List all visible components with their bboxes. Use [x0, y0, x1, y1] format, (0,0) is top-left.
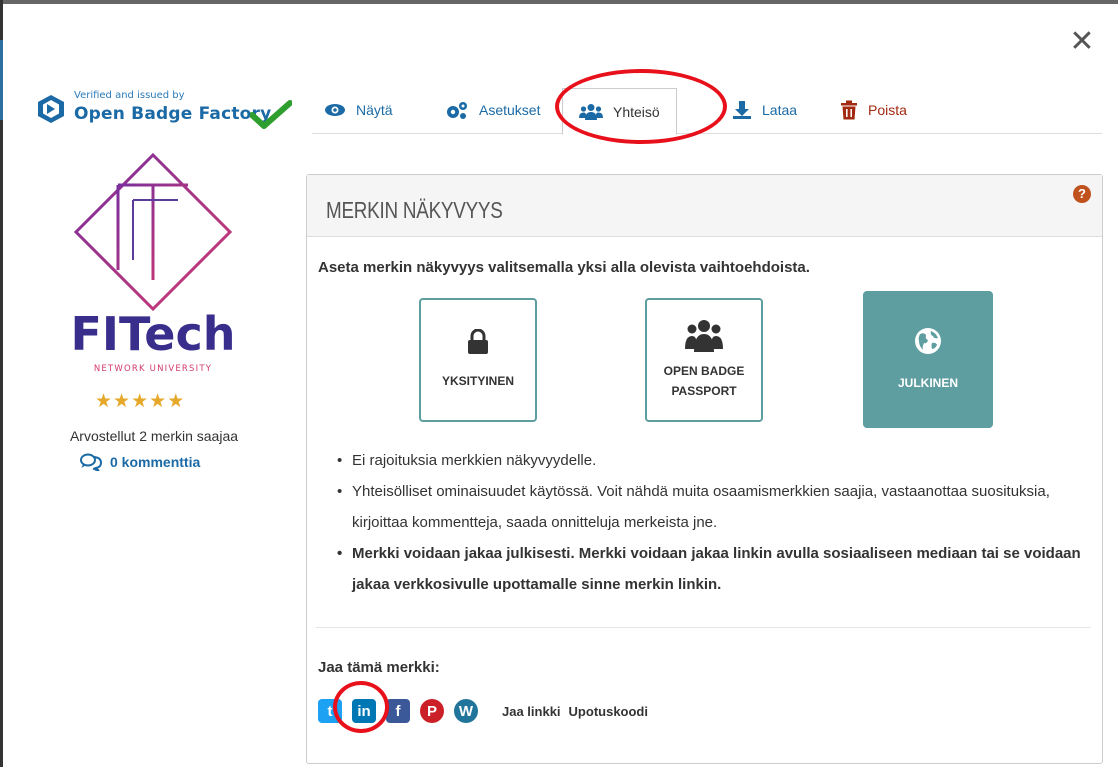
- tab-label: Yhteisö: [613, 103, 660, 120]
- badge-logo-text: FITech: [70, 307, 235, 361]
- linkedin-icon[interactable]: in: [352, 699, 376, 723]
- tab-lataa[interactable]: Lataa: [732, 92, 797, 128]
- star-icon: ★: [131, 390, 149, 412]
- fitech-badge-image: FITech NETWORK UNIVERSITY: [70, 152, 236, 374]
- visibility-option-public[interactable]: JULKINEN: [863, 291, 993, 428]
- list-item: Ei rajoituksia merkkien näkyvyydelle.: [337, 445, 1097, 476]
- users-icon: [685, 320, 723, 352]
- comments-link[interactable]: 0 kommenttia: [80, 453, 200, 471]
- badge-logo-subtext: NETWORK UNIVERSITY: [94, 364, 212, 374]
- comments-label: 0 kommenttia: [110, 454, 201, 470]
- open-badge-factory-logo-icon: [38, 95, 64, 123]
- share-link-button[interactable]: Jaa linkki: [502, 704, 561, 719]
- verified-check-icon: [250, 100, 292, 129]
- cogs-icon: [447, 102, 467, 119]
- tab-yhteiso[interactable]: Yhteisö: [562, 88, 677, 135]
- star-icon: ★: [95, 390, 113, 412]
- comments-icon: [80, 453, 102, 471]
- badge-tabs: Näytä Asetukset Yhteisö Lataa Poista: [312, 84, 1102, 135]
- close-icon[interactable]: ✕: [1068, 27, 1096, 57]
- share-buttons: t in f P W Jaa linkki Upotuskoodi: [318, 697, 648, 725]
- facebook-icon[interactable]: f: [386, 699, 410, 723]
- visibility-panel: MERKIN NÄKYVYYS ? Aseta merkin näkyvyys …: [306, 174, 1103, 764]
- trash-icon: [841, 100, 857, 120]
- tab-asetukset[interactable]: Asetukset: [445, 92, 540, 128]
- visibility-description-list: Ei rajoituksia merkkien näkyvyydelle. Yh…: [337, 445, 1097, 600]
- window-top-border: [0, 0, 1118, 4]
- panel-header: MERKIN NÄKYVYYS ?: [307, 175, 1102, 237]
- download-icon: [733, 101, 751, 119]
- visibility-option-private[interactable]: YKSITYINEN: [419, 298, 537, 422]
- tab-label: Poista: [868, 102, 907, 118]
- verified-label: Verified and issued by: [74, 90, 185, 101]
- pinterest-icon[interactable]: P: [420, 699, 444, 723]
- users-icon: [579, 103, 603, 120]
- rating-stars: ★ ★ ★ ★ ★: [95, 391, 184, 411]
- option-label: YKSITYINEN: [441, 374, 514, 388]
- tab-label: Lataa: [762, 102, 798, 118]
- reviewed-count: Arvostellut 2 merkin saajaa: [69, 428, 239, 444]
- embed-code-button[interactable]: Upotuskoodi: [569, 704, 648, 719]
- option-label-line1: OPEN BADGE: [663, 364, 745, 378]
- star-icon: ★: [149, 390, 167, 412]
- star-icon: ★: [113, 390, 131, 412]
- star-icon: ★: [167, 390, 185, 412]
- tab-label: Asetukset: [479, 102, 541, 118]
- eye-icon: [325, 104, 345, 116]
- panel-title: MERKIN NÄKYVYYS: [326, 197, 503, 223]
- wordpress-icon[interactable]: W: [454, 699, 478, 723]
- visibility-instruction: Aseta merkin näkyvyys valitsemalla yksi …: [318, 259, 810, 276]
- visibility-option-passport[interactable]: OPEN BADGE PASSPORT: [645, 298, 763, 422]
- share-title: Jaa tämä merkki:: [318, 659, 440, 676]
- globe-icon: [915, 327, 941, 354]
- list-item: Merkki voidaan jakaa julkisesti. Merkki …: [337, 538, 1097, 600]
- issuer-name: Open Badge Factory: [74, 104, 272, 124]
- list-item: Yhteisölliset ominaisuudet käytössä. Voi…: [337, 476, 1097, 538]
- help-icon[interactable]: ?: [1073, 185, 1091, 203]
- window-left-accent: [0, 40, 3, 120]
- issuer-verification: Verified and issued by Open Badge Factor…: [22, 88, 304, 134]
- option-label: JULKINEN: [897, 375, 958, 390]
- option-label-line2: PASSPORT: [671, 384, 737, 398]
- twitter-icon[interactable]: t: [318, 699, 342, 723]
- tab-label: Näytä: [356, 102, 393, 118]
- tab-poista[interactable]: Poista: [840, 92, 907, 128]
- divider: [316, 627, 1091, 628]
- tab-nayta[interactable]: Näytä: [324, 92, 393, 128]
- lock-icon: [468, 329, 488, 354]
